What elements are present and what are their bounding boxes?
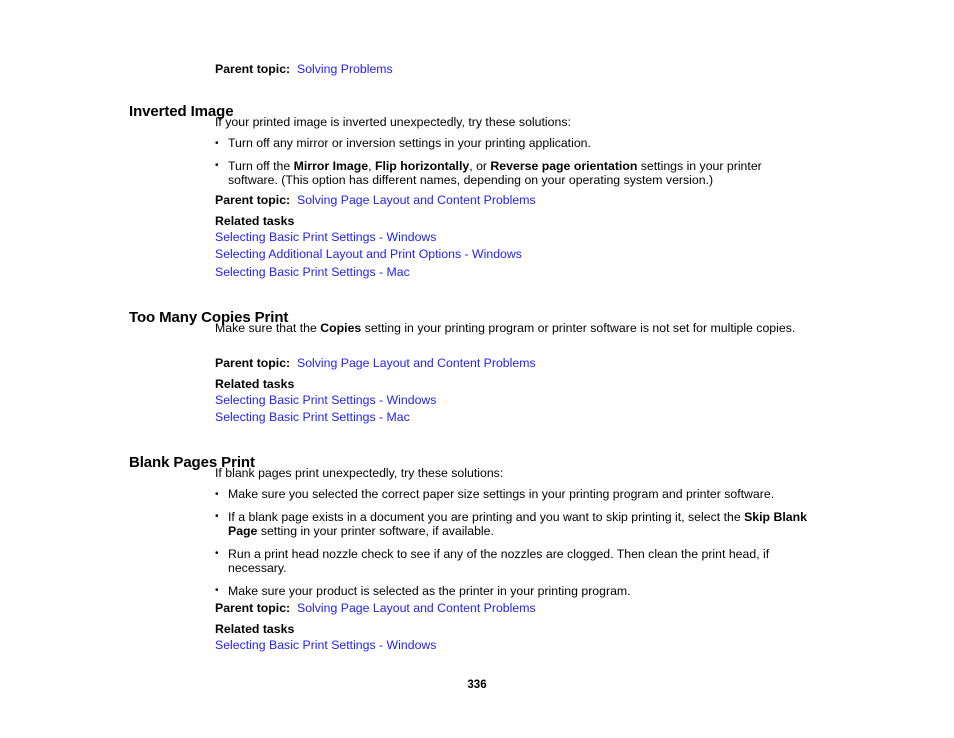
related-task-link[interactable]: Selecting Basic Print Settings - Windows xyxy=(215,638,436,652)
section-intro-too-many-copies-print: Make sure that the Copies setting in you… xyxy=(215,321,815,336)
bullet-list-inverted-image: Turn off any mirror or inversion setting… xyxy=(215,136,815,188)
section-intro-inverted-image: If your printed image is inverted unexpe… xyxy=(215,115,815,130)
bullet-text: Run a print head nozzle check to see if … xyxy=(228,546,770,576)
bullet-text: If a blank page exists in a document you… xyxy=(228,509,807,539)
related-task-link[interactable]: Selecting Additional Layout and Print Op… xyxy=(215,247,522,261)
list-item: Turn off any mirror or inversion setting… xyxy=(215,136,815,151)
related-tasks-too-many-copies-print: Related tasks Selecting Basic Print Sett… xyxy=(215,377,815,427)
parent-topic-line-top: Parent topic: Solving Problems xyxy=(215,62,815,77)
related-tasks-list: Selecting Basic Print Settings - Windows… xyxy=(215,392,815,427)
list-item: Selecting Additional Layout and Print Op… xyxy=(215,246,815,264)
related-tasks-list: Selecting Basic Print Settings - Windows xyxy=(215,637,815,655)
related-tasks-list: Selecting Basic Print Settings - Windows… xyxy=(215,229,815,282)
parent-topic-link[interactable]: Solving Page Layout and Content Problems xyxy=(297,601,536,615)
related-task-link[interactable]: Selecting Basic Print Settings - Windows xyxy=(215,230,436,244)
related-tasks-blank-pages-print: Related tasks Selecting Basic Print Sett… xyxy=(215,622,815,654)
section-intro-blank-pages-print: If blank pages print unexpectedly, try t… xyxy=(215,466,815,481)
related-task-link[interactable]: Selecting Basic Print Settings - Mac xyxy=(215,265,410,279)
related-tasks-label: Related tasks xyxy=(215,214,295,228)
parent-topic-line-blank-pages-print: Parent topic: Solving Page Layout and Co… xyxy=(215,601,815,616)
bullet-text: Make sure you selected the correct paper… xyxy=(228,487,775,501)
list-item: If a blank page exists in a document you… xyxy=(215,509,819,539)
list-item: Selecting Basic Print Settings - Windows xyxy=(215,229,815,247)
parent-topic-link[interactable]: Solving Problems xyxy=(297,62,393,76)
list-item: Selecting Basic Print Settings - Mac xyxy=(215,264,815,282)
emphasis-term: Copies xyxy=(320,321,362,335)
parent-topic-label: Parent topic: xyxy=(215,356,291,370)
page-number: 336 xyxy=(467,679,487,691)
related-task-link[interactable]: Selecting Basic Print Settings - Mac xyxy=(215,410,410,424)
parent-topic-line-inverted-image: Parent topic: Solving Page Layout and Co… xyxy=(215,193,815,208)
document-page: Parent topic: Solving Problems Inverted … xyxy=(0,0,954,738)
related-task-link[interactable]: Selecting Basic Print Settings - Windows xyxy=(215,393,436,407)
parent-topic-label: Parent topic: xyxy=(215,193,291,207)
related-tasks-inverted-image: Related tasks Selecting Basic Print Sett… xyxy=(215,214,815,281)
list-item: Selecting Basic Print Settings - Mac xyxy=(215,409,815,427)
parent-topic-link[interactable]: Solving Page Layout and Content Problems xyxy=(297,356,536,370)
related-tasks-label: Related tasks xyxy=(215,622,295,636)
intro-paragraph: Make sure that the Copies setting in you… xyxy=(215,321,796,335)
parent-topic-label: Parent topic: xyxy=(215,601,291,615)
related-tasks-label: Related tasks xyxy=(215,377,295,391)
list-item: Selecting Basic Print Settings - Windows xyxy=(215,392,815,410)
bullet-text: Turn off any mirror or inversion setting… xyxy=(228,136,591,150)
list-item: Make sure you selected the correct paper… xyxy=(215,487,819,502)
bullet-text: Make sure your product is selected as th… xyxy=(228,583,631,598)
parent-topic-line-too-many-copies-print: Parent topic: Solving Page Layout and Co… xyxy=(215,356,815,371)
bullet-list-blank-pages-print: Make sure you selected the correct paper… xyxy=(215,487,819,599)
emphasis-term: Mirror Image xyxy=(293,158,369,173)
intro-paragraph: If blank pages print unexpectedly, try t… xyxy=(215,466,504,480)
list-item: Make sure your product is selected as th… xyxy=(215,583,819,599)
list-item: Run a print head nozzle check to see if … xyxy=(215,546,819,576)
bullet-text: Turn off the Mirror Image, Flip horizont… xyxy=(228,158,762,188)
emphasis-term: Reverse page orientation xyxy=(490,158,638,173)
intro-paragraph: If your printed image is inverted unexpe… xyxy=(215,115,571,129)
parent-topic-link[interactable]: Solving Page Layout and Content Problems xyxy=(297,193,536,207)
emphasis-term: Skip Blank Page xyxy=(228,509,807,539)
list-item: Turn off the Mirror Image, Flip horizont… xyxy=(215,158,815,188)
parent-topic-label: Parent topic: xyxy=(215,62,291,76)
emphasis-term: Flip horizontally xyxy=(374,158,470,173)
list-item: Selecting Basic Print Settings - Windows xyxy=(215,637,815,655)
